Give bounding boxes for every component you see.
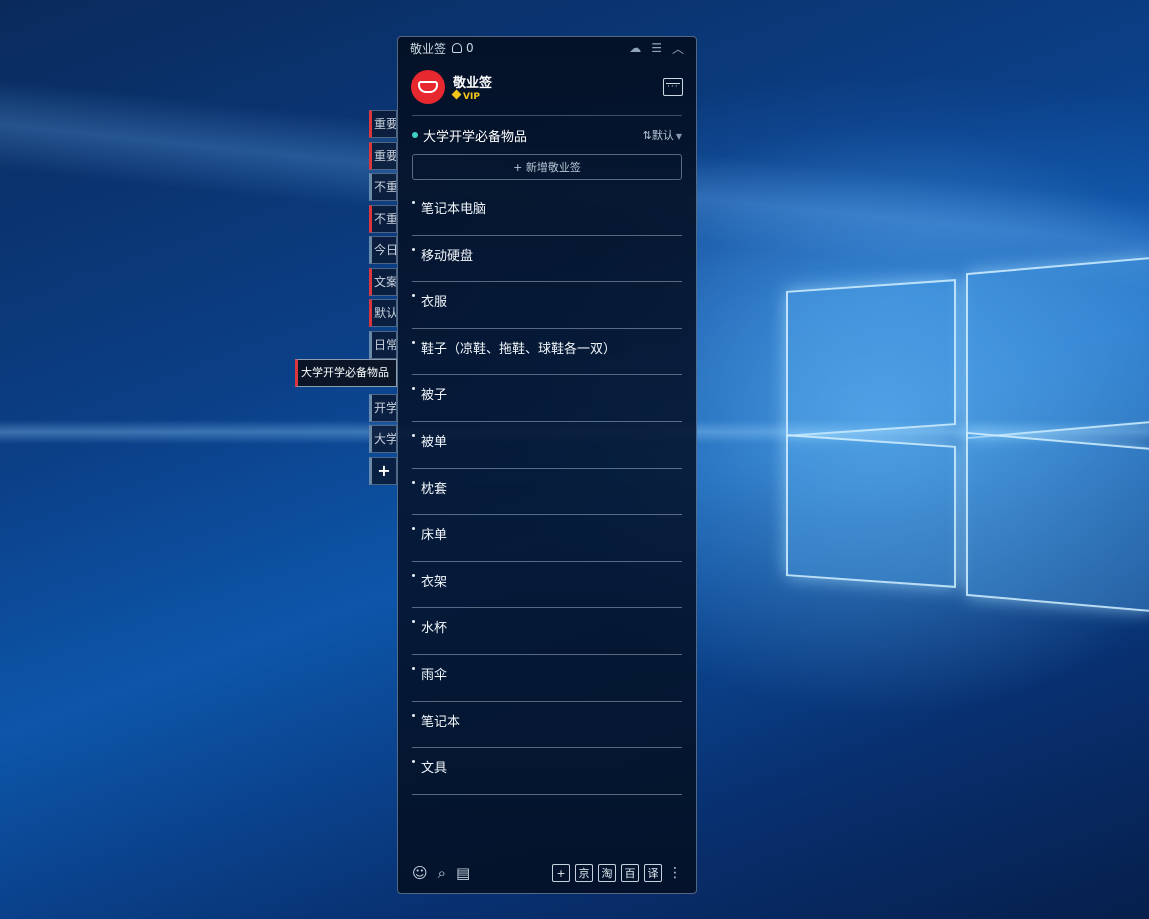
note-text: 文具 — [421, 761, 448, 777]
note-text: 雨伞 — [421, 667, 448, 683]
note-text: 鞋子（凉鞋、拖鞋、球鞋各一双） — [421, 341, 617, 357]
category-tab[interactable]: 不重 — [369, 173, 397, 201]
vip-badge[interactable]: VIP — [451, 89, 663, 102]
note-item[interactable]: 枕套 — [412, 469, 682, 516]
windows-logo-pane — [966, 431, 1149, 613]
app-name: 敬业签 — [410, 41, 447, 56]
windows-logo-pane — [786, 279, 956, 437]
hamburger-menu-icon[interactable]: ☰ — [651, 41, 662, 55]
note-item[interactable]: 笔记本 — [412, 702, 682, 749]
note-text: 被子 — [421, 388, 448, 404]
calendar-icon[interactable] — [663, 78, 683, 96]
add-note-button[interactable]: + 新增敬业签 — [412, 154, 682, 180]
bullet-icon — [412, 760, 415, 764]
bullet-icon — [412, 294, 415, 298]
add-shortcut-button[interactable]: + — [552, 864, 570, 882]
bell-icon[interactable] — [452, 43, 463, 53]
account-header: 敬业签 VIP — [398, 59, 696, 115]
category-tabs: 重要 重要 不重 不重 今日 文案 默认 日常 开学 大学 + — [369, 110, 399, 488]
category-tab[interactable]: 日常 — [369, 330, 397, 359]
note-item[interactable]: 被子 — [412, 375, 682, 422]
category-tab[interactable]: 默认 — [369, 299, 397, 327]
bullet-icon — [412, 573, 415, 577]
logo-icon[interactable] — [411, 70, 445, 104]
notification-count: 0 — [466, 41, 474, 55]
add-category-button[interactable]: + — [369, 456, 397, 485]
list-header: 大学开学必备物品 ⇅默认 ▼ — [398, 116, 696, 154]
bullet-icon — [412, 433, 415, 437]
note-item[interactable]: 文具 — [412, 748, 682, 795]
note-list: 笔记本电脑 移动硬盘 衣服 鞋子（凉鞋、拖鞋、球鞋各一双） 被子 被单 枕套 床… — [398, 189, 696, 795]
note-text: 床单 — [421, 528, 448, 544]
note-text: 衣架 — [421, 574, 448, 590]
note-item[interactable]: 衣服 — [412, 282, 682, 329]
bullet-icon — [412, 527, 415, 531]
note-item[interactable]: 衣架 — [412, 562, 682, 609]
bullet-icon — [412, 387, 415, 391]
translate-shortcut-button[interactable]: 译 — [644, 864, 662, 882]
notes-icon[interactable]: ▤ — [456, 864, 470, 882]
note-item[interactable]: 被单 — [412, 422, 682, 469]
diamond-icon — [451, 89, 462, 100]
sticky-note-panel: 敬业签 0 ☁ ☰ ︿ 敬业签 VIP 大学开学必备物品 ⇅默认▼ + 新增敬业… — [397, 36, 697, 894]
note-text: 水杯 — [421, 621, 448, 637]
taobao-shortcut-button[interactable]: 淘 — [598, 864, 616, 882]
bullet-icon — [412, 340, 415, 344]
jd-shortcut-button[interactable]: 京 — [575, 864, 593, 882]
note-item[interactable]: 水杯 — [412, 608, 682, 655]
note-item[interactable]: 移动硬盘 — [412, 236, 682, 283]
note-text: 移动硬盘 — [421, 248, 474, 264]
bullet-icon — [412, 620, 415, 624]
title-bar[interactable]: 敬业签 0 ☁ ☰ ︿ — [398, 37, 696, 59]
category-tab[interactable]: 开学 — [369, 393, 397, 422]
caret-down-icon: ▼ — [675, 132, 682, 141]
bullet-icon — [412, 713, 415, 717]
bullet-icon — [412, 201, 415, 204]
bullet-icon — [412, 247, 415, 251]
category-tab[interactable]: 文案 — [369, 267, 397, 296]
list-color-dot — [412, 132, 418, 138]
note-item[interactable]: 雨伞 — [412, 655, 682, 702]
note-item[interactable]: 床单 — [412, 515, 682, 562]
note-text: 笔记本 — [421, 714, 461, 730]
note-item[interactable]: 鞋子（凉鞋、拖鞋、球鞋各一双） — [412, 329, 682, 376]
category-tab[interactable]: 不重 — [369, 204, 397, 233]
chevron-up-icon[interactable]: ︿ — [672, 40, 684, 57]
note-text: 被单 — [421, 434, 448, 450]
note-text: 衣服 — [421, 295, 448, 311]
search-icon[interactable]: ⌕ — [438, 864, 446, 882]
brand-info: 敬业签 VIP — [451, 72, 663, 102]
category-tab[interactable]: 大学 — [369, 425, 397, 453]
category-tab[interactable]: 重要 — [369, 141, 397, 170]
list-title: 大学开学必备物品 — [423, 129, 528, 145]
contacts-icon[interactable]: ☺ — [412, 864, 428, 882]
bullet-icon — [412, 666, 415, 670]
category-tab[interactable]: 重要 — [369, 110, 397, 138]
bullet-icon — [412, 480, 415, 484]
footer-toolbar: ☺ ⌕ ▤ + 京 淘 百 译 ⋮ — [398, 853, 696, 893]
windows-logo-pane — [786, 434, 956, 588]
sort-dropdown[interactable]: ⇅默认 ▼ — [643, 127, 682, 143]
baidu-shortcut-button[interactable]: 百 — [621, 864, 639, 882]
cloud-sync-icon[interactable]: ☁ — [629, 41, 641, 55]
category-tab-active[interactable]: 大学开学必备物品 — [295, 359, 397, 387]
note-item[interactable]: 笔记本电脑 — [412, 189, 682, 236]
note-text: 枕套 — [421, 481, 448, 497]
category-tab[interactable]: 今日 — [369, 236, 397, 264]
note-text: 笔记本电脑 — [421, 202, 487, 217]
windows-logo-pane — [966, 256, 1149, 440]
more-vertical-icon[interactable]: ⋮ — [668, 865, 682, 881]
brand-name: 敬业签 — [453, 76, 493, 91]
